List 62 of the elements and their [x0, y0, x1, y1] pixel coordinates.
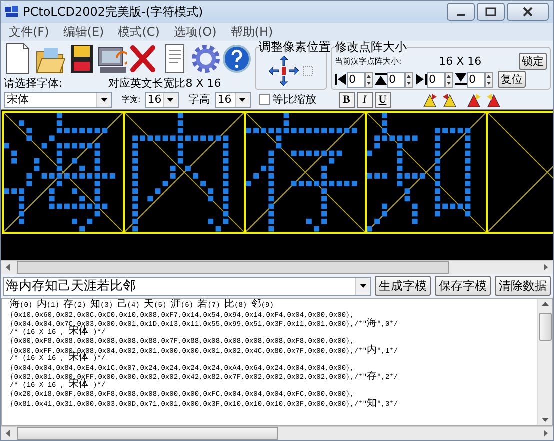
up-arrow-icon[interactable]	[278, 56, 288, 66]
menu-item[interactable]: 文件(F)	[9, 24, 50, 40]
aspect-ratio-label: 对应英文长宽比8 X 16	[108, 76, 222, 91]
menu-item[interactable]: 选项(O)	[174, 24, 217, 40]
maximize-icon[interactable]	[477, 3, 505, 21]
bar-left-triangle-icon[interactable]	[335, 73, 347, 86]
flip-vertical-icon[interactable]	[484, 92, 501, 108]
bar-top-triangle-icon[interactable]	[375, 73, 387, 86]
char-width-dropdown[interactable]: 16	[144, 92, 179, 108]
close-icon[interactable]	[507, 3, 549, 21]
rotate-right-icon[interactable]	[440, 92, 457, 108]
app-icon	[5, 6, 19, 18]
lock-button[interactable]: 锁定	[519, 52, 547, 70]
dropdown-arrow-icon[interactable]	[100, 98, 108, 102]
spinner-arrows-icon[interactable]	[405, 72, 413, 88]
font-dropdown[interactable]: 宋体	[4, 92, 112, 108]
scrollbar-thumb[interactable]	[538, 313, 552, 341]
proportional-label: 等比缩放	[272, 92, 317, 107]
generate-button[interactable]: 生成字模	[375, 276, 431, 296]
flip-horizontal-icon[interactable]	[466, 92, 483, 108]
scrollbar-thumb[interactable]	[17, 261, 449, 274]
offset-field[interactable]: 0	[347, 72, 365, 88]
current-size-label: 当前汉字点阵大小:	[335, 56, 402, 66]
spinner-arrows-icon[interactable]	[485, 72, 493, 88]
char-width-label: 字宽:	[122, 94, 141, 105]
spinner-arrows-icon[interactable]	[445, 72, 453, 88]
char-height-label: 字高	[188, 92, 211, 107]
bar-right-triangle-icon[interactable]	[415, 73, 427, 86]
dotted-square-icon[interactable]	[302, 65, 314, 77]
clear-button[interactable]: 清除数据	[495, 276, 551, 296]
menu-item[interactable]: 模式(C)	[118, 24, 160, 40]
proportional-checkbox[interactable]	[258, 94, 270, 105]
offset-field[interactable]: 0	[427, 72, 445, 88]
char-height-dropdown[interactable]: 16	[214, 92, 251, 108]
window-title: PCtoLCD2002完美版-(字符模式)	[23, 4, 204, 20]
settings-icon[interactable]	[190, 42, 220, 76]
dropdown-arrow-icon[interactable]	[360, 284, 366, 288]
dropdown-arrow-icon[interactable]	[239, 98, 246, 102]
text-input-dropdown[interactable]: 海内存知己天涯若比邻	[3, 276, 371, 296]
save-button[interactable]: 保存字模	[435, 276, 491, 296]
current-size-value: 16 X 16	[438, 54, 483, 68]
menu-item[interactable]: 编辑(E)	[63, 24, 104, 40]
down-arrow-icon[interactable]	[278, 76, 288, 86]
right-arrow-icon[interactable]	[288, 66, 298, 76]
bold-button[interactable]: B	[338, 92, 355, 108]
italic-button[interactable]: I	[356, 92, 373, 108]
help-icon[interactable]	[221, 42, 251, 76]
underline-button[interactable]: U	[374, 92, 391, 108]
matrix-size-title: 修改点阵大小	[335, 41, 407, 53]
offset-field[interactable]: 0	[467, 72, 485, 88]
spinner-arrows-icon[interactable]	[365, 72, 373, 88]
pixel-shift-title: 调整像素位置	[259, 41, 331, 53]
reset-button[interactable]: 复位	[498, 71, 526, 88]
menu-item[interactable]: 帮助(H)	[230, 24, 274, 40]
bar-bottom-triangle-icon[interactable]	[455, 73, 467, 86]
rotate-left-icon[interactable]	[422, 92, 439, 108]
offset-field[interactable]: 0	[387, 72, 405, 88]
left-arrow-icon[interactable]	[268, 66, 278, 76]
font-label: 请选择字体:	[4, 76, 63, 91]
minimize-icon[interactable]	[447, 3, 475, 21]
dropdown-arrow-icon[interactable]	[167, 98, 174, 102]
scrollbar-thumb[interactable]	[17, 427, 278, 440]
